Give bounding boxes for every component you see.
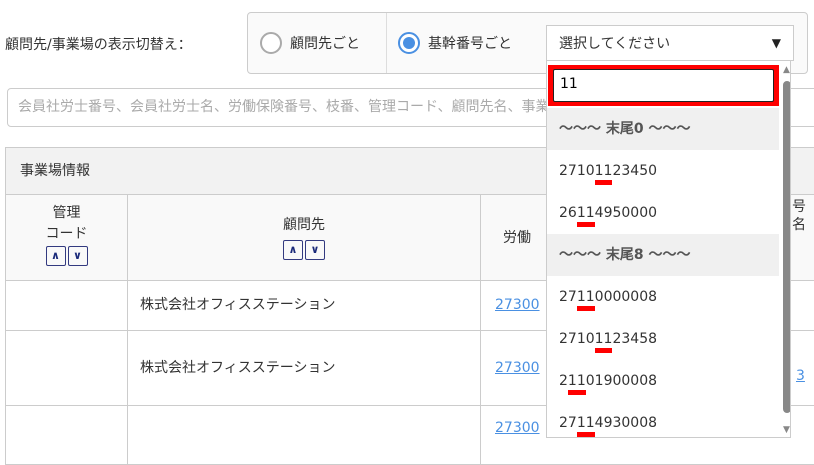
- option-text: 27: [559, 415, 577, 431]
- option-text: 01900008: [585, 373, 658, 389]
- option-text: 26: [559, 205, 577, 221]
- option-group-header: 〜〜〜 末尾8 〜〜〜: [547, 234, 779, 276]
- client-name: 株式会社オフィスステーション: [127, 330, 481, 406]
- display-toggle-label: 顧問先/事業場の表示切替え：: [5, 37, 192, 53]
- option-text: 4930008: [594, 415, 658, 431]
- filter-highlight-box: 11: [548, 65, 779, 106]
- option-text: 2: [559, 373, 568, 389]
- match-highlight: 11: [594, 331, 613, 347]
- select-dropdown: 11 〜〜〜 末尾0 〜〜〜 27101123450 26114950000 〜〜〜 …: [546, 60, 791, 438]
- option-text: 2710: [559, 163, 595, 179]
- radio-by-base-number[interactable]: 基幹番号ごと: [398, 13, 512, 73]
- option-item[interactable]: 26114950000: [547, 192, 779, 234]
- radio-checked-icon: [398, 32, 420, 54]
- divider: [386, 13, 387, 73]
- header-text: 労働: [503, 230, 531, 246]
- scrollbar[interactable]: ▲ ▼: [783, 65, 790, 437]
- radio-unchecked-icon: [260, 32, 282, 54]
- filter-input[interactable]: 11: [553, 69, 774, 102]
- header-text: 号: [792, 199, 806, 215]
- option-text: 0000008: [594, 289, 658, 305]
- option-item[interactable]: 27110000008: [547, 276, 779, 318]
- header-right: 号名: [792, 198, 806, 234]
- match-highlight: 11: [576, 289, 595, 305]
- insurance-link[interactable]: 27300: [495, 297, 540, 313]
- match-highlight: 11: [567, 373, 586, 389]
- option-text: 4950000: [594, 205, 658, 221]
- insurance-link[interactable]: 27300: [495, 420, 540, 436]
- radio-by-client[interactable]: 顧問先ごと: [260, 13, 360, 73]
- header-text: コード: [45, 226, 88, 242]
- radio-label: 基幹番号ごと: [428, 36, 512, 52]
- right-link[interactable]: 3: [796, 368, 805, 384]
- match-highlight: 11: [576, 415, 595, 431]
- option-item[interactable]: 27101123450: [547, 150, 779, 192]
- sort-asc-button[interactable]: ∧: [45, 246, 66, 266]
- option-text: 23458: [612, 331, 658, 347]
- option-text: 2710: [559, 331, 595, 347]
- option-item[interactable]: 21101900008: [547, 360, 779, 402]
- header-text: 顧問先: [283, 217, 325, 233]
- client-name: 株式会社オフィスステーション: [127, 280, 481, 331]
- option-text: 27: [559, 289, 577, 305]
- match-highlight: 11: [594, 163, 613, 179]
- option-item[interactable]: 27101123458: [547, 318, 779, 360]
- scroll-thumb[interactable]: [783, 81, 790, 413]
- option-text: 23450: [612, 163, 658, 179]
- option-group-header: 〜〜〜 末尾0 〜〜〜: [547, 108, 779, 150]
- sort-desc-button[interactable]: ∨: [67, 246, 88, 266]
- header-text: 管理: [52, 205, 81, 221]
- radio-label: 顧問先ごと: [290, 36, 360, 52]
- header-client: 顧問先 ∧ ∨: [127, 194, 481, 281]
- option-item[interactable]: 27114930008: [547, 402, 779, 437]
- match-highlight: 11: [576, 205, 595, 221]
- header-management-code: 管理 コード ∧ ∨: [5, 194, 128, 281]
- base-number-select[interactable]: 選択してください ▼: [546, 25, 794, 61]
- header-text: 名: [792, 217, 806, 233]
- scroll-down-icon[interactable]: ▼: [783, 425, 790, 435]
- sort-asc-button[interactable]: ∧: [283, 240, 303, 260]
- select-placeholder: 選択してください: [559, 36, 671, 52]
- dropdown-arrow-icon: ▼: [771, 36, 781, 50]
- insurance-link[interactable]: 27300: [495, 360, 540, 376]
- scroll-up-icon[interactable]: ▲: [783, 65, 790, 75]
- sort-desc-button[interactable]: ∨: [305, 240, 325, 260]
